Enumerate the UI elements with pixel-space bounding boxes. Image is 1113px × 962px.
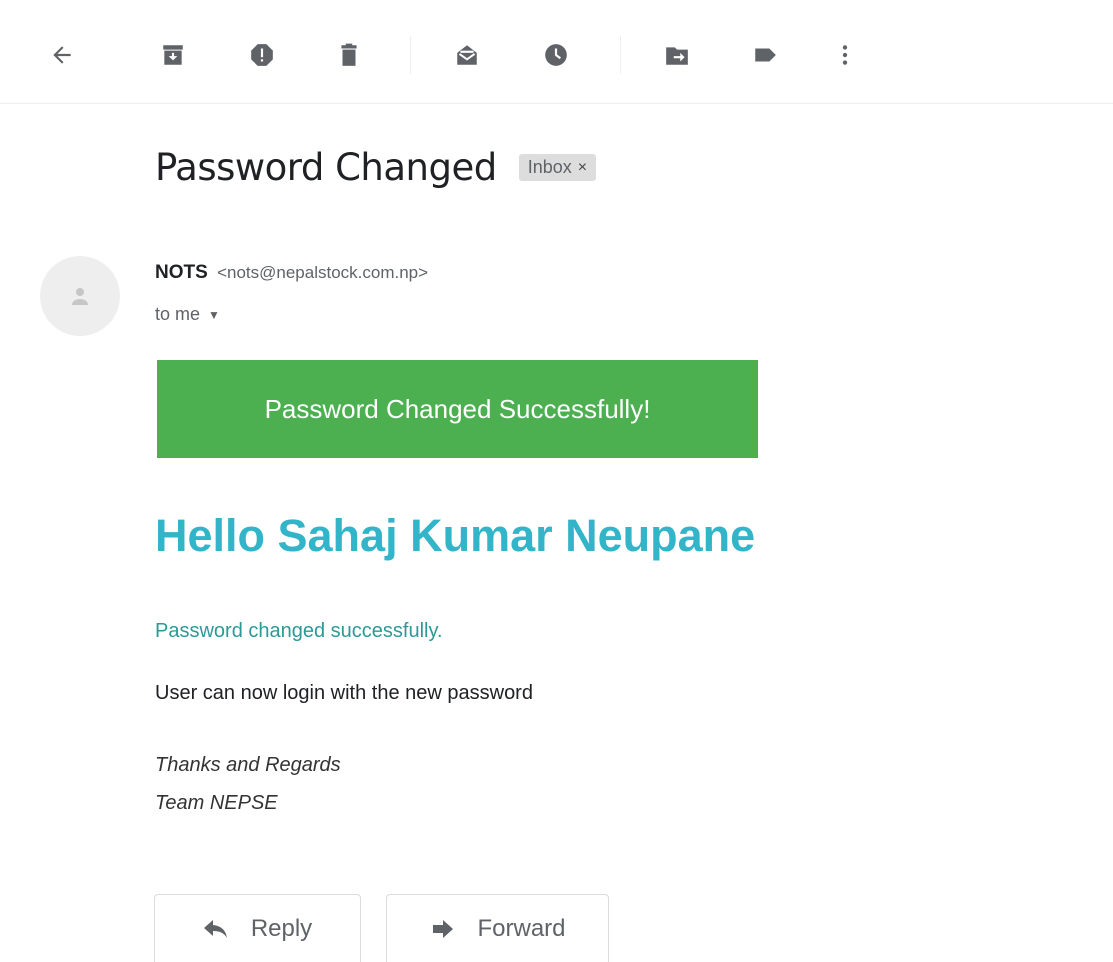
reply-icon bbox=[203, 919, 227, 938]
more-vert-icon[interactable] bbox=[829, 39, 861, 71]
sender-avatar[interactable] bbox=[40, 256, 120, 336]
sender-email: <nots@nepalstock.com.np> bbox=[217, 263, 429, 282]
forward-button[interactable]: Forward bbox=[386, 894, 609, 962]
toolbar-divider bbox=[410, 36, 411, 74]
mark-unread-icon[interactable] bbox=[451, 39, 483, 71]
success-banner: Password Changed Successfully! bbox=[157, 360, 758, 458]
closing-text: Thanks and Regards bbox=[155, 754, 341, 776]
message-toolbar bbox=[0, 0, 1113, 104]
greeting-heading: Hello Sahaj Kumar Neupane bbox=[155, 510, 756, 561]
label-chip-inbox[interactable]: Inbox × bbox=[518, 154, 597, 181]
remove-label-icon[interactable]: × bbox=[578, 159, 587, 177]
sender-line: NOTS <nots@nepalstock.com.np> bbox=[155, 262, 428, 284]
reply-button[interactable]: Reply bbox=[154, 894, 361, 962]
signature-block: Thanks and Regards Team NEPSE bbox=[155, 746, 341, 822]
chevron-down-icon: ▼ bbox=[208, 307, 220, 322]
label-chip-text: Inbox bbox=[527, 157, 572, 177]
signature-text: Team NEPSE bbox=[155, 792, 278, 814]
person-icon bbox=[72, 288, 88, 305]
status-message: Password changed successfully. bbox=[155, 620, 443, 642]
archive-icon[interactable] bbox=[157, 39, 189, 71]
report-spam-icon[interactable] bbox=[246, 39, 278, 71]
label-icon[interactable] bbox=[749, 39, 781, 71]
recipient-details-toggle[interactable]: to me ▼ bbox=[155, 304, 220, 325]
snooze-icon[interactable] bbox=[540, 39, 572, 71]
back-arrow-icon[interactable] bbox=[46, 39, 78, 71]
forward-label: Forward bbox=[477, 914, 566, 942]
email-subject: Password Changed bbox=[155, 146, 497, 189]
recipient-label: to me bbox=[155, 304, 201, 324]
delete-icon[interactable] bbox=[333, 39, 365, 71]
forward-icon bbox=[433, 919, 454, 938]
subject-row: Password Changed Inbox × bbox=[155, 146, 597, 189]
toolbar-divider bbox=[620, 36, 621, 74]
body-text: User can now login with the new password bbox=[155, 682, 533, 704]
sender-name[interactable]: NOTS bbox=[155, 262, 208, 283]
move-to-icon[interactable] bbox=[661, 39, 693, 71]
reply-label: Reply bbox=[250, 914, 313, 942]
